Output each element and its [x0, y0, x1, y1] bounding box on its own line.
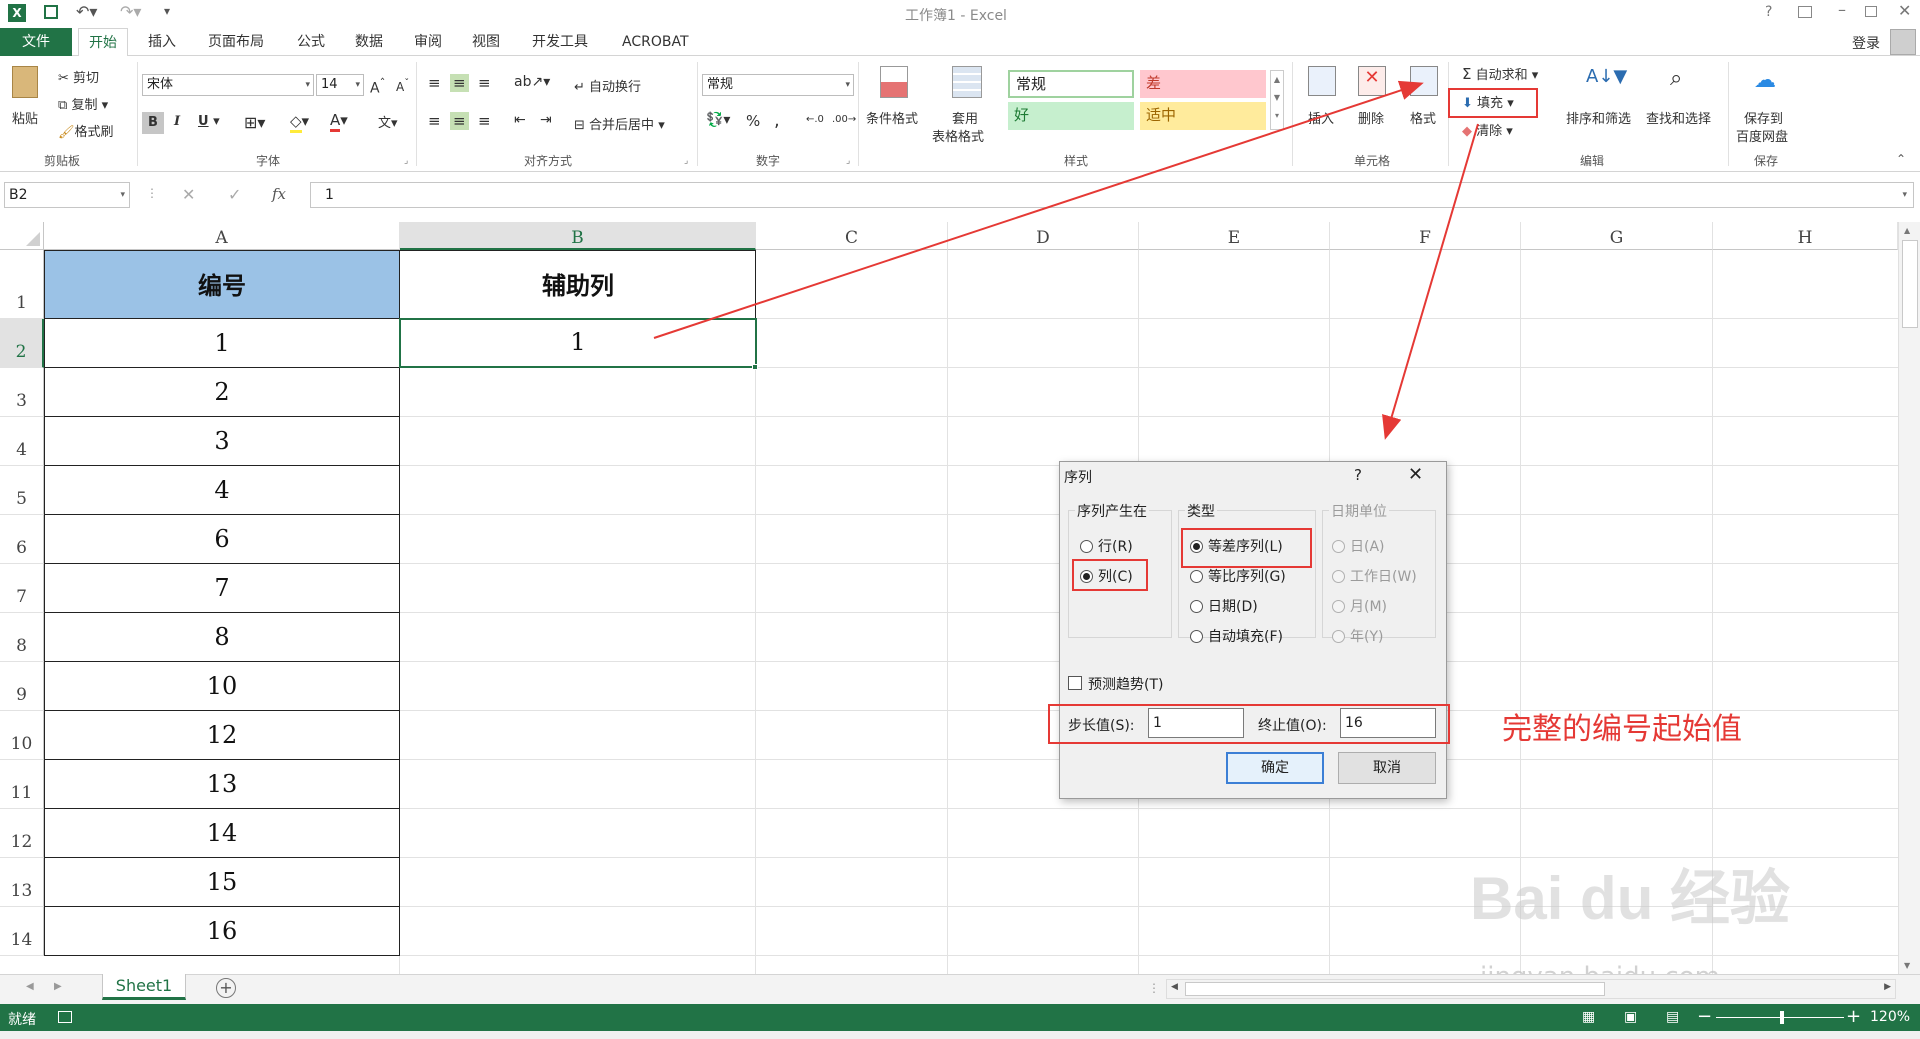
radio-date-label: 日期(D): [1208, 599, 1258, 615]
arrow-to-fill: [653, 80, 1424, 339]
page-break-view-icon[interactable]: ▤: [1666, 1009, 1679, 1025]
zoom-slider-thumb[interactable]: [1780, 1011, 1784, 1024]
zoom-level[interactable]: 120%: [1870, 1009, 1910, 1025]
radio-month-label: 月(M): [1350, 599, 1388, 615]
radio-linear-label: 等差序列(L): [1208, 539, 1283, 555]
taskbar-strip: [0, 1031, 1920, 1039]
radio-row-label: 行(R): [1098, 539, 1133, 555]
watermark-brand: Bai du 经验: [1470, 865, 1791, 932]
radio-year-label: 年(Y): [1350, 629, 1384, 645]
radio-autofill-label: 自动填充(F): [1208, 629, 1283, 645]
step-label: 步长值(S):: [1068, 718, 1135, 734]
arrow-to-dialog: [1382, 123, 1479, 440]
dialog-help-button[interactable]: ?: [1354, 466, 1362, 484]
baidu-watermark: Bai du 经验: [1470, 850, 1790, 937]
status-ready: 就绪: [8, 1012, 36, 1028]
radio-column[interactable]: 列(C): [1080, 566, 1133, 586]
annotation-text: 完整的编号起始值: [1502, 712, 1742, 747]
dialog-close-button[interactable]: ✕: [1408, 464, 1423, 485]
horizontal-scroll-thumb[interactable]: [1185, 982, 1605, 996]
radio-column-label: 列(C): [1098, 569, 1133, 585]
horizontal-scrollbar[interactable]: ◀ ▶: [1166, 979, 1896, 999]
step-input[interactable]: 1: [1148, 708, 1244, 738]
series-dialog: 序列 ? ✕ 序列产生在 行(R) 列(C) 类型 等差序列(L) 等比序列(G…: [1048, 461, 1450, 799]
status-bar: 就绪 ▦ ▣ ▤ − + 120%: [0, 1004, 1920, 1031]
stop-input[interactable]: 16: [1340, 708, 1436, 738]
stop-label: 终止值(O):: [1258, 718, 1327, 734]
radio-year[interactable]: 年(Y): [1332, 626, 1383, 646]
page-layout-view-icon[interactable]: ▣: [1624, 1009, 1637, 1025]
radio-linear[interactable]: 等差序列(L): [1190, 536, 1283, 556]
radio-autofill[interactable]: 自动填充(F): [1190, 626, 1283, 646]
add-sheet-icon[interactable]: +: [216, 978, 236, 998]
radio-month[interactable]: 月(M): [1332, 596, 1387, 616]
radio-weekday-label: 工作日(W): [1350, 569, 1417, 585]
macro-record-icon[interactable]: [58, 1011, 72, 1023]
zoom-in-icon[interactable]: +: [1846, 1006, 1861, 1027]
trend-checkbox[interactable]: [1068, 676, 1082, 690]
series-in-legend: 序列产生在: [1075, 501, 1149, 521]
radio-day-label: 日(A): [1350, 539, 1385, 555]
radio-row[interactable]: 行(R): [1080, 536, 1133, 556]
normal-view-icon[interactable]: ▦: [1582, 1009, 1595, 1025]
radio-weekday[interactable]: 工作日(W): [1332, 566, 1417, 586]
date-unit-legend: 日期单位: [1329, 501, 1389, 521]
ok-button[interactable]: 确定: [1226, 752, 1324, 784]
dialog-title: 序列: [1064, 470, 1092, 486]
radio-growth[interactable]: 等比序列(G): [1190, 566, 1286, 586]
sheet-tab-bar: ◀ ▶ Sheet1 + ⋮ ◀ ▶: [0, 974, 1920, 1004]
cancel-button[interactable]: 取消: [1338, 752, 1436, 784]
type-legend: 类型: [1185, 501, 1217, 521]
split-handle[interactable]: ⋮: [1148, 981, 1160, 995]
radio-date[interactable]: 日期(D): [1190, 596, 1258, 616]
zoom-out-icon[interactable]: −: [1697, 1006, 1712, 1027]
radio-growth-label: 等比序列(G): [1208, 569, 1286, 585]
trend-label: 预测趋势(T): [1088, 677, 1164, 693]
sheet-next-icon[interactable]: ▶: [54, 981, 62, 992]
stop-value: 16: [1345, 715, 1363, 731]
sheet-tab-label: Sheet1: [115, 976, 173, 995]
sheet-tab-sheet1[interactable]: Sheet1: [102, 974, 186, 1000]
step-value: 1: [1153, 715, 1162, 731]
radio-day[interactable]: 日(A): [1332, 536, 1385, 556]
sheet-prev-icon[interactable]: ◀: [26, 981, 34, 992]
